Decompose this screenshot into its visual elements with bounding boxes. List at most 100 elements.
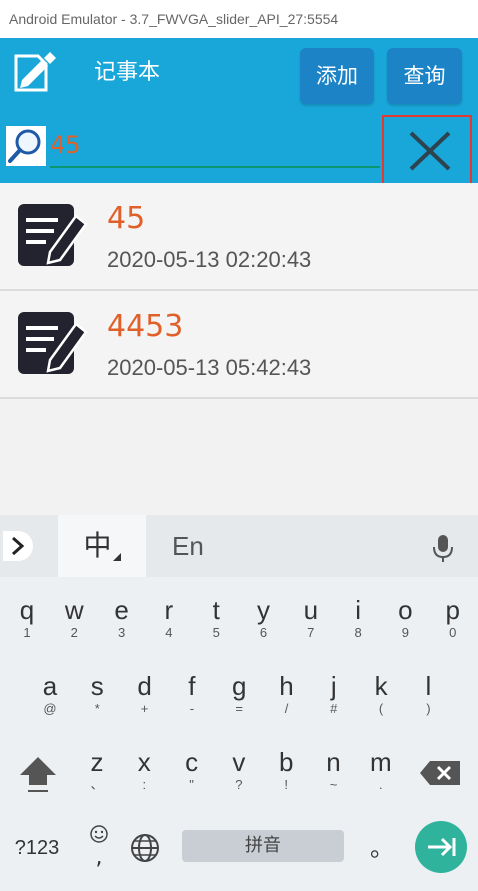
key-j[interactable]: j #	[311, 661, 357, 731]
key-letter: e	[114, 595, 129, 625]
shift-key[interactable]	[14, 753, 62, 793]
key-symbol: #	[330, 701, 338, 716]
key-symbol: +	[140, 701, 149, 716]
key-letter: a	[42, 671, 58, 701]
key-symbol: 0	[449, 625, 457, 640]
microphone-icon[interactable]	[430, 533, 456, 563]
key-u[interactable]: u7	[288, 585, 334, 655]
key-b[interactable]: b!	[263, 737, 309, 807]
key-symbol: ~	[329, 777, 338, 792]
key-g[interactable]: g =	[216, 661, 262, 731]
emoji-icon	[90, 825, 108, 843]
key-i[interactable]: i8	[335, 585, 381, 655]
key-letter: c	[185, 747, 199, 777]
note-title: 45	[107, 201, 146, 236]
key-letter: k	[374, 671, 388, 701]
key-r[interactable]: r4	[146, 585, 192, 655]
key-symbol: (	[378, 701, 384, 716]
notepad-app-icon	[14, 52, 56, 92]
tab-english[interactable]: En	[172, 515, 204, 577]
query-button[interactable]: 查询	[387, 48, 462, 104]
key-symbol: =	[235, 701, 243, 716]
key-s[interactable]: s *	[74, 661, 120, 731]
period-key[interactable]: 。	[364, 831, 400, 865]
key-a[interactable]: a @	[27, 661, 73, 731]
key-c[interactable]: c "	[169, 737, 215, 807]
key-f[interactable]: f-	[169, 661, 215, 731]
key-letter: n	[326, 747, 341, 777]
key-letter: x	[137, 747, 151, 777]
key-symbol: ?	[235, 777, 243, 792]
window-title: Android Emulator - 3.7_FWVGA_slider_API_…	[0, 0, 478, 38]
key-letter: r	[164, 595, 174, 625]
key-symbol: 9	[401, 625, 409, 640]
key-x[interactable]: x:	[121, 737, 167, 807]
keyboard-expand-button[interactable]	[3, 531, 33, 561]
key-symbol: @	[43, 701, 57, 716]
corner-triangle-icon	[112, 553, 121, 561]
key-letter: l	[425, 671, 432, 701]
clear-search-button[interactable]	[382, 115, 472, 188]
search-icon	[6, 126, 46, 166]
key-t[interactable]: t5	[193, 585, 239, 655]
key-symbol: 5	[212, 625, 220, 640]
key-symbol: 2	[70, 625, 78, 640]
key-h[interactable]: h /	[264, 661, 310, 731]
language-key[interactable]	[128, 831, 162, 865]
note-list-item[interactable]: 45 2020-05-13 02:20:43	[0, 183, 478, 291]
key-symbol: "	[189, 777, 194, 792]
key-symbol: *	[94, 701, 100, 716]
key-letter: q	[19, 595, 35, 625]
key-q[interactable]: q1	[4, 585, 50, 655]
key-e[interactable]: e3	[99, 585, 145, 655]
numbers-key[interactable]: ?123	[6, 833, 68, 863]
chevron-right-icon	[12, 536, 25, 556]
keyboard-toolbar: 中 En	[0, 515, 478, 577]
search-input[interactable]: 45	[50, 124, 380, 168]
enter-arrow-icon	[428, 837, 456, 857]
key-z[interactable]: z、	[74, 737, 120, 807]
key-letter: z	[90, 747, 104, 777]
key-symbol: :	[142, 777, 147, 792]
tab-chinese[interactable]: 中	[58, 515, 146, 577]
key-letter: j	[330, 671, 337, 701]
close-icon	[409, 131, 451, 171]
note-edit-icon	[18, 312, 88, 374]
key-l[interactable]: l)	[405, 661, 451, 731]
key-letter: y	[257, 595, 270, 625]
key-letter: g	[231, 671, 247, 701]
enter-key[interactable]	[415, 821, 467, 873]
key-symbol: 7	[307, 625, 315, 640]
key-o[interactable]: o9	[382, 585, 428, 655]
key-d[interactable]: d +	[122, 661, 168, 731]
emoji-key[interactable]: ,	[84, 823, 114, 873]
key-symbol: 6	[259, 625, 268, 640]
app-title: 记事本	[94, 60, 161, 85]
key-symbol: !	[284, 777, 288, 792]
globe-icon	[131, 834, 159, 862]
note-list-item[interactable]: 4453 2020-05-13 05:42:43	[0, 291, 478, 399]
note-timestamp: 2020-05-13 02:20:43	[107, 247, 312, 272]
key-symbol: 8	[354, 625, 362, 640]
key-y[interactable]: y6	[241, 585, 287, 655]
key-w[interactable]: w2	[51, 585, 97, 655]
add-button[interactable]: 添加	[300, 48, 374, 104]
space-key[interactable]: 拼音	[182, 830, 344, 862]
key-letter: s	[90, 671, 104, 701]
key-letter: m	[369, 747, 392, 777]
note-title: 4453	[107, 309, 184, 344]
note-timestamp: 2020-05-13 05:42:43	[107, 355, 312, 380]
key-symbol: /	[284, 701, 289, 716]
key-k[interactable]: k(	[358, 661, 404, 731]
key-symbol: .	[378, 777, 383, 792]
backspace-key[interactable]	[418, 757, 462, 789]
key-symbol: -	[189, 701, 195, 716]
key-symbol: )	[426, 701, 431, 716]
comma-label: ,	[95, 845, 103, 870]
tab-chinese-label: 中	[83, 529, 112, 562]
key-n[interactable]: n ~	[311, 737, 357, 807]
notes-list: 45 2020-05-13 02:20:43 4453 2020-05-13 0…	[0, 183, 478, 399]
key-m[interactable]: m.	[358, 737, 404, 807]
key-v[interactable]: v?	[216, 737, 262, 807]
key-p[interactable]: p0	[430, 585, 476, 655]
